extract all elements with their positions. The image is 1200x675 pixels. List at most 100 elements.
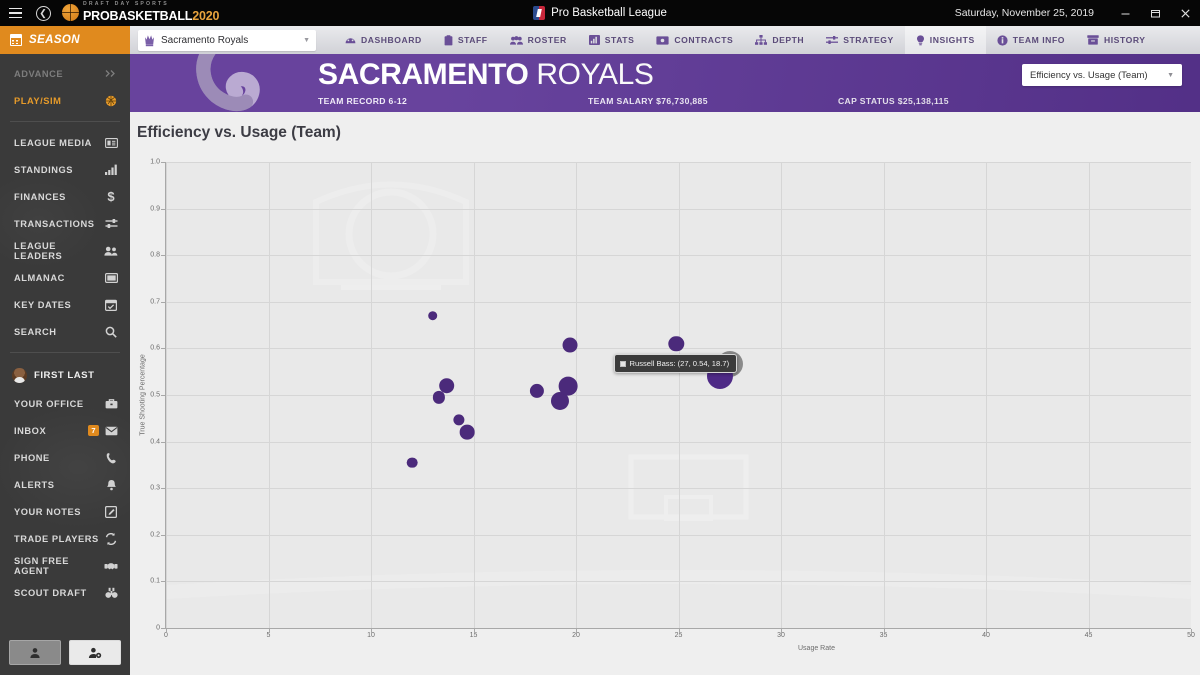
tab-staff[interactable]: STAFF xyxy=(433,26,499,54)
scatter-point[interactable] xyxy=(427,310,438,321)
sidebar-item-play-sim[interactable]: PLAY/SIM xyxy=(0,87,130,114)
app-icon xyxy=(533,6,546,20)
brand-tagline: DRAFT DAY SPORTS xyxy=(83,0,169,7)
x-axis-tick xyxy=(166,629,167,633)
tab-dashboard[interactable]: DASHBOARD xyxy=(334,26,433,54)
chart-selector-value: Efficiency vs. Usage (Team) xyxy=(1030,69,1148,81)
brand-name: PROBASKETBALL xyxy=(83,9,193,24)
sidebar-item-standings[interactable]: STANDINGS xyxy=(0,156,130,183)
x-axis-tick-label: 40 xyxy=(982,632,990,639)
grid-line-vertical xyxy=(371,162,372,628)
x-axis-tick-label: 20 xyxy=(572,632,580,639)
sidebar-item-alerts[interactable]: ALERTS xyxy=(0,471,130,498)
x-axis-tick-label: 30 xyxy=(777,632,785,639)
close-icon xyxy=(1180,8,1190,18)
minimize-button[interactable] xyxy=(1110,0,1140,26)
chart-selector-dropdown[interactable]: Efficiency vs. Usage (Team) ▼ xyxy=(1022,64,1182,86)
sidebar-item-scout-draft[interactable]: SCOUT DRAFT xyxy=(0,579,130,606)
phone-icon xyxy=(104,452,118,464)
team-nickname: ROYALS xyxy=(536,58,654,91)
chevron-down-icon: ▼ xyxy=(303,36,310,44)
sidebar-item-league-media[interactable]: LEAGUE MEDIA xyxy=(0,129,130,156)
page-title: Efficiency vs. Usage (Team) xyxy=(137,124,341,141)
y-axis-tick-label: 0.6 xyxy=(150,344,160,352)
sidebar-item-league-leaders[interactable]: LEAGUE LEADERS xyxy=(0,237,130,264)
grid-line-vertical xyxy=(166,162,167,628)
tab-depth[interactable]: DEPTH xyxy=(744,26,815,54)
tab-roster[interactable]: ROSTER xyxy=(499,26,578,54)
brand-year: 2020 xyxy=(192,9,220,24)
y-axis-title: True Shooting Percentage xyxy=(139,354,147,436)
sidebar-item-phone[interactable]: PHONE xyxy=(0,444,130,471)
team-selector-value: Sacramento Royals xyxy=(161,34,249,46)
sidebar-item-label: PLAY/SIM xyxy=(14,95,62,106)
y-axis-tick xyxy=(161,348,165,350)
sidebar-item-inbox[interactable]: INBOX 7 xyxy=(0,417,130,444)
lightbulb-icon xyxy=(916,34,925,46)
y-axis-tick xyxy=(161,488,165,490)
grid-line-vertical xyxy=(781,162,782,628)
sidebar-item-label: SCOUT DRAFT xyxy=(14,587,87,598)
scatter-point[interactable] xyxy=(406,457,418,468)
sidebar-divider-2 xyxy=(10,352,120,353)
sidebar-item-finances[interactable]: FINANCES $ xyxy=(0,183,130,210)
tab-history[interactable]: HISTORY xyxy=(1076,26,1157,54)
sidebar-item-search[interactable]: SEARCH xyxy=(0,318,130,345)
tab-stats[interactable]: STATS xyxy=(578,26,646,54)
y-axis-tick xyxy=(161,255,165,257)
sidebar: SEASON ADVANCE PLAY/SIM LEAGUE MEDIA STA… xyxy=(0,26,130,675)
restore-button[interactable] xyxy=(1140,0,1170,26)
calendar-check-icon xyxy=(104,299,118,311)
sidebar-item-your-notes[interactable]: YOUR NOTES xyxy=(0,498,130,525)
scatter-point[interactable] xyxy=(562,337,578,353)
menu-hamburger-icon[interactable] xyxy=(0,0,30,26)
sidebar-item-label: ADVANCE xyxy=(14,68,64,79)
tab-strategy[interactable]: STRATEGY xyxy=(815,26,905,54)
close-button[interactable] xyxy=(1170,0,1200,26)
sidebar-item-label: STANDINGS xyxy=(14,164,74,175)
person-icon xyxy=(30,647,40,658)
sidebar-item-transactions[interactable]: TRANSACTIONS xyxy=(0,210,130,237)
sidebar-item-trade-players[interactable]: TRADE PLAYERS xyxy=(0,525,130,552)
sidebar-item-your-office[interactable]: YOUR OFFICE xyxy=(0,390,130,417)
y-axis-tick xyxy=(161,301,165,303)
sidebar-item-advance[interactable]: ADVANCE xyxy=(0,60,130,87)
tab-label: INSIGHTS xyxy=(929,35,975,45)
speedometer-icon xyxy=(345,35,356,45)
sidebar-item-almanac[interactable]: ALMANAC xyxy=(0,264,130,291)
sidebar-item-label: LEAGUE MEDIA xyxy=(14,137,92,148)
hierarchy-icon xyxy=(755,35,768,45)
tab-team-info[interactable]: TEAM INFO xyxy=(986,26,1076,54)
sliders-icon xyxy=(104,218,118,229)
y-axis-line xyxy=(165,162,166,628)
tab-insights[interactable]: INSIGHTS xyxy=(904,26,986,54)
x-axis-tick-label: 50 xyxy=(1187,632,1195,639)
tab-label: DEPTH xyxy=(772,35,805,45)
scatter-point[interactable] xyxy=(439,377,455,394)
basketball-icon xyxy=(104,95,118,107)
x-axis-title: Usage Rate xyxy=(798,645,835,652)
newspaper-icon xyxy=(104,137,118,148)
team-selector-dropdown[interactable]: Sacramento Royals ▼ xyxy=(138,29,316,51)
sidebar-item-label: YOUR OFFICE xyxy=(14,398,84,409)
binoculars-icon xyxy=(104,587,118,599)
dollar-icon: $ xyxy=(107,189,115,204)
scatter-point[interactable] xyxy=(558,376,578,396)
back-button[interactable]: ❮ xyxy=(30,0,56,26)
basketball-logo-icon xyxy=(62,4,79,22)
bell-icon xyxy=(104,479,118,491)
tab-label: ROSTER xyxy=(527,35,567,45)
sidebar-user[interactable]: FIRST LAST xyxy=(0,360,130,390)
manage-players-button[interactable] xyxy=(69,640,121,665)
bar-chart-icon xyxy=(588,35,600,45)
single-player-view-button[interactable] xyxy=(9,640,61,665)
sidebar-divider-1 xyxy=(10,121,120,122)
tooltip-text: Russell Bass: (27, 0.54, 18.7) xyxy=(629,359,730,369)
tab-contracts[interactable]: CONTRACTS xyxy=(645,26,744,54)
y-axis-tick-label: 0.3 xyxy=(150,484,160,492)
sidebar-item-sign-free-agent[interactable]: SIGN FREE AGENT xyxy=(0,552,130,579)
sidebar-item-key-dates[interactable]: KEY DATES xyxy=(0,291,130,318)
tab-label: STRATEGY xyxy=(843,35,894,45)
grid-line-vertical xyxy=(1088,162,1090,628)
scatter-point[interactable] xyxy=(460,424,475,440)
